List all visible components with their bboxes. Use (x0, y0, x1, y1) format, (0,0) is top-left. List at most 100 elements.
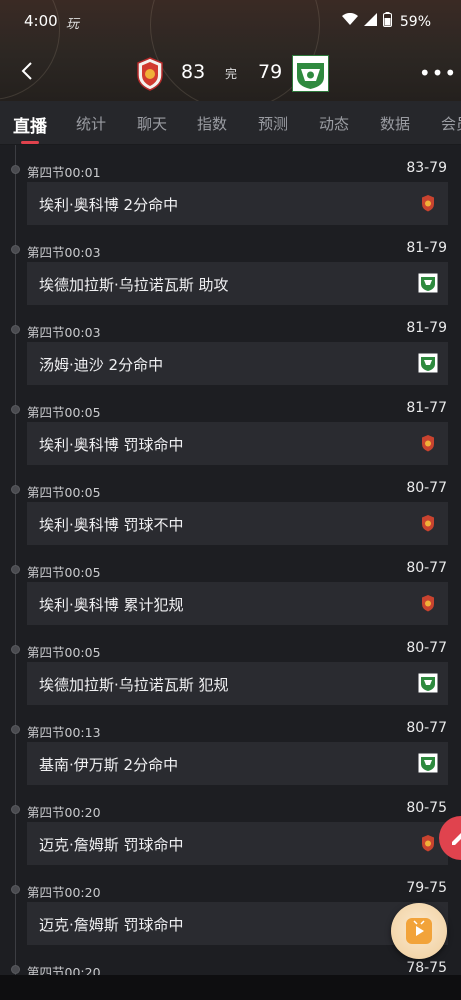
event-card[interactable]: 汤姆·迪沙 2分命中 (27, 342, 448, 385)
away-score: 79 (258, 61, 283, 83)
tab-prediction[interactable]: 预测 (258, 113, 288, 134)
event-score: 81-77 (406, 400, 447, 416)
live-feed: 第四节00:01 83-79 埃利·奥科博 2分命中 第四节00:03 81-7… (0, 145, 461, 975)
event-card[interactable]: 埃利·奥科博 累计犯规 (27, 582, 448, 625)
timeline-dot (11, 485, 20, 494)
event-score: 83-79 (406, 160, 447, 176)
match-status: 完 (225, 67, 238, 81)
home-team-logo[interactable] (135, 57, 165, 91)
event-time: 第四节00:05 (27, 405, 101, 420)
status-right-group: 59% (341, 12, 431, 31)
event-time: 第四节00:03 (27, 245, 101, 260)
event-card[interactable]: 埃利·奥科博 罚球不中 (27, 502, 448, 545)
home-team-icon (418, 593, 438, 613)
event-text: 埃利·奥科博 罚球不中 (39, 516, 184, 534)
event-time: 第四节00:20 (27, 805, 101, 820)
event-score: 80-77 (406, 560, 447, 576)
timeline-dot (11, 245, 20, 254)
status-bar: 4:00 玩 59% (0, 0, 461, 44)
status-time: 4:00 (24, 12, 58, 30)
timeline-dot (11, 965, 20, 974)
event-score: 81-79 (406, 240, 447, 256)
event-text: 埃利·奥科博 罚球命中 (39, 436, 184, 454)
event-item: 第四节00:05 81-77 埃利·奥科博 罚球命中 (0, 385, 461, 465)
event-text: 迈克·詹姆斯 罚球命中 (39, 836, 184, 854)
event-card[interactable]: 埃利·奥科博 2分命中 (27, 182, 448, 225)
away-team-icon (418, 753, 438, 773)
tab-membership[interactable]: 会员 (441, 113, 461, 134)
tab-chat[interactable]: 聊天 (137, 113, 167, 134)
floating-video-button[interactable] (391, 903, 447, 959)
event-score: 78-75 (406, 960, 447, 975)
timeline-dot (11, 725, 20, 734)
home-team-icon (418, 513, 438, 533)
match-header: 4:00 玩 59% 83 完 79 ••• (0, 0, 461, 101)
score-row: 83 完 79 ••• (0, 52, 461, 96)
signal-icon (363, 13, 377, 30)
event-text: 迈克·詹姆斯 罚球命中 (39, 916, 184, 934)
event-text: 埃德加拉斯·乌拉诺瓦斯 助攻 (39, 276, 229, 294)
event-score: 80-75 (406, 800, 447, 816)
event-item: 第四节00:20 78-75 (0, 945, 461, 975)
event-item: 第四节00:03 81-79 埃德加拉斯·乌拉诺瓦斯 助攻 (0, 225, 461, 305)
event-time: 第四节00:20 (27, 965, 101, 975)
event-card[interactable]: 埃德加拉斯·乌拉诺瓦斯 犯规 (27, 662, 448, 705)
tab-odds[interactable]: 指数 (197, 113, 227, 134)
event-card[interactable]: 基南·伊万斯 2分命中 (27, 742, 448, 785)
event-text: 汤姆·迪沙 2分命中 (39, 356, 164, 374)
event-card[interactable]: 埃利·奥科博 罚球命中 (27, 422, 448, 465)
event-time: 第四节00:13 (27, 725, 101, 740)
event-time: 第四节00:01 (27, 165, 101, 180)
event-item: 第四节00:01 83-79 埃利·奥科博 2分命中 (0, 145, 461, 225)
event-score: 79-75 (406, 880, 447, 896)
timeline-dot (11, 885, 20, 894)
home-team-icon (418, 833, 438, 853)
event-item: 第四节00:05 80-77 埃利·奥科博 罚球不中 (0, 465, 461, 545)
back-button[interactable] (12, 58, 42, 88)
active-tab-indicator (21, 141, 39, 144)
home-team-icon (418, 193, 438, 213)
battery-percent: 59% (399, 13, 431, 30)
away-team-logo[interactable] (292, 55, 329, 92)
event-card[interactable]: 迈克·詹姆斯 罚球命中 (27, 822, 448, 865)
tab-bar: 直播 统计 聊天 指数 预测 动态 数据 会员 (0, 101, 461, 145)
event-time: 第四节00:03 (27, 325, 101, 340)
event-score: 80-77 (406, 720, 447, 736)
timeline-dot (11, 805, 20, 814)
away-team-icon (418, 353, 438, 373)
timeline-dot (11, 565, 20, 574)
event-item: 第四节00:13 80-77 基南·伊万斯 2分命中 (0, 705, 461, 785)
event-score: 80-77 (406, 640, 447, 656)
tab-live[interactable]: 直播 (13, 112, 47, 137)
event-text: 埃利·奥科博 2分命中 (39, 196, 179, 214)
chevron-left-icon (21, 61, 33, 85)
event-item: 第四节00:05 80-77 埃德加拉斯·乌拉诺瓦斯 犯规 (0, 625, 461, 705)
app-notification-icon: 玩 (66, 17, 80, 32)
event-text: 埃利·奥科博 累计犯规 (39, 596, 184, 614)
event-score: 80-77 (406, 480, 447, 496)
event-text: 基南·伊万斯 2分命中 (39, 756, 179, 774)
more-options-button[interactable]: ••• (419, 58, 456, 88)
event-card[interactable]: 迈克·詹姆斯 罚球命中 (27, 902, 448, 945)
timeline-dot (11, 405, 20, 414)
video-play-icon (406, 918, 432, 944)
away-team-icon (418, 673, 438, 693)
event-time: 第四节00:05 (27, 485, 101, 500)
home-team-icon (418, 433, 438, 453)
timeline-dot (11, 645, 20, 654)
event-time: 第四节00:20 (27, 885, 101, 900)
event-item: 第四节00:20 80-75 迈克·詹姆斯 罚球命中 (0, 785, 461, 865)
tab-data[interactable]: 数据 (380, 113, 410, 134)
tab-news[interactable]: 动态 (319, 113, 349, 134)
event-time: 第四节00:05 (27, 645, 101, 660)
event-item: 第四节00:05 80-77 埃利·奥科博 累计犯规 (0, 545, 461, 625)
timeline-dot (11, 325, 20, 334)
pencil-icon (449, 827, 461, 851)
timeline-dot (11, 165, 20, 174)
event-card[interactable]: 埃德加拉斯·乌拉诺瓦斯 助攻 (27, 262, 448, 305)
tab-stats[interactable]: 统计 (76, 113, 106, 134)
event-score: 81-79 (406, 320, 447, 336)
event-item: 第四节00:03 81-79 汤姆·迪沙 2分命中 (0, 305, 461, 385)
system-navigation-bar (0, 975, 461, 1000)
away-team-icon (418, 273, 438, 293)
